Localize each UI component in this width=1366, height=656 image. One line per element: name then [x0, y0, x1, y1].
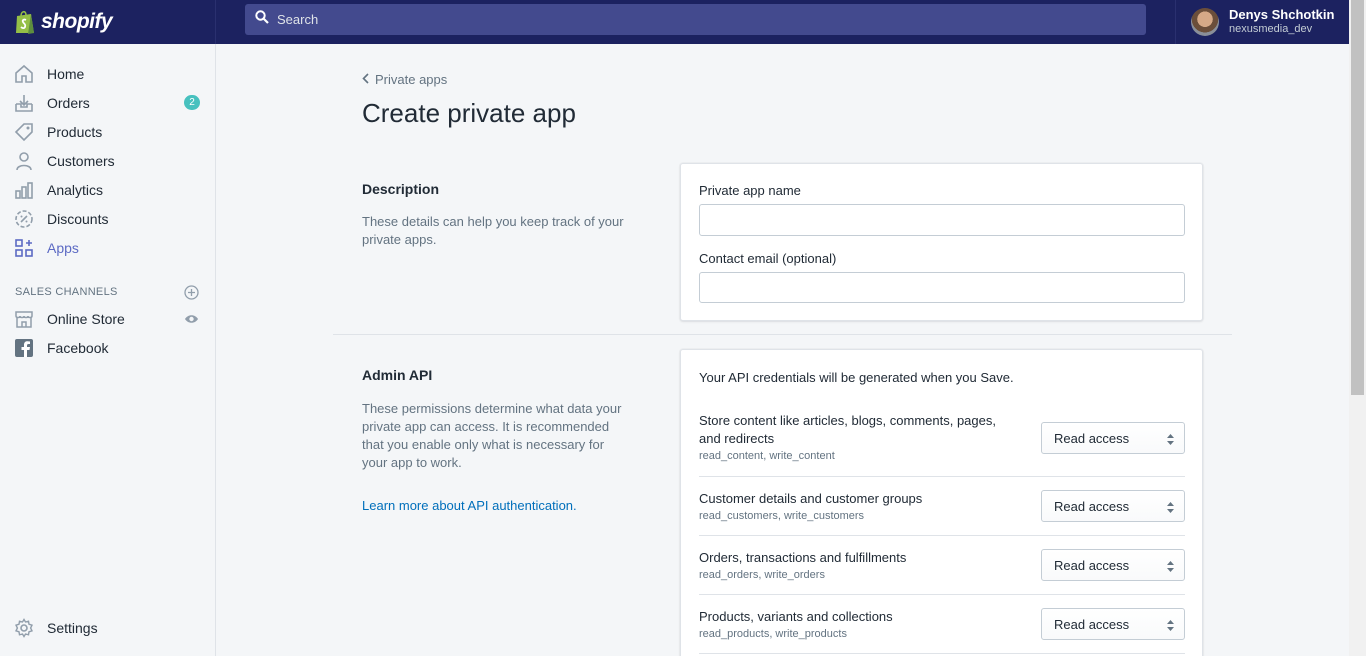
admin-api-card: Your API credentials will be generated w…: [680, 349, 1203, 656]
permission-title: Customer details and customer groups: [699, 491, 923, 506]
sidebar-item-label: Facebook: [47, 339, 109, 356]
person-icon: [14, 151, 34, 171]
sidebar-item-facebook[interactable]: Facebook: [0, 333, 215, 362]
shopify-logo[interactable]: shopify: [0, 0, 216, 44]
search-placeholder: Search: [277, 12, 319, 27]
access-level-value: Read access: [1054, 557, 1130, 573]
sidebar-item-online-store[interactable]: Online Store: [0, 304, 215, 333]
select-arrows-icon: [1167, 433, 1174, 448]
apps-icon: [14, 238, 34, 258]
permission-row: Store content like articles, blogs, comm…: [699, 412, 1185, 477]
sidebar-item-orders[interactable]: Orders 2: [0, 88, 215, 117]
breadcrumb[interactable]: Private apps: [362, 72, 447, 87]
sidebar-item-home[interactable]: Home: [0, 59, 215, 88]
permission-title: Orders, transactions and fulfillments: [699, 550, 907, 565]
eye-icon[interactable]: [184, 312, 199, 330]
sales-channels-header: SALES CHANNELS: [0, 280, 215, 304]
description-section-title: Description: [362, 181, 440, 197]
sidebar-item-label: Customers: [47, 152, 115, 169]
private-app-name-field[interactable]: [699, 204, 1185, 236]
permission-row: Customer details and customer groups rea…: [699, 477, 1185, 536]
contact-email-label: Contact email (optional): [699, 251, 837, 266]
private-app-name-label: Private app name: [699, 183, 801, 198]
api-credentials-note: Your API credentials will be generated w…: [699, 370, 1014, 385]
scrollbar-thumb[interactable]: [1351, 0, 1364, 395]
select-arrows-icon: [1167, 619, 1174, 634]
user-menu[interactable]: Denys Shchotkin nexusmedia_dev: [1175, 0, 1349, 44]
home-icon: [14, 64, 34, 84]
sidebar-item-label: Orders: [47, 94, 90, 111]
breadcrumb-label: Private apps: [375, 72, 448, 87]
section-divider: [333, 334, 1232, 335]
access-level-value: Read access: [1054, 498, 1130, 514]
chevron-left-icon: [362, 72, 369, 87]
shopify-bag-icon: [14, 9, 36, 35]
access-level-value: Read access: [1054, 430, 1130, 446]
access-level-select[interactable]: Read access: [1041, 490, 1185, 522]
main-content: Private apps Create private app Descript…: [216, 44, 1349, 656]
search-input[interactable]: Search: [245, 4, 1146, 35]
brand-name: shopify: [41, 10, 113, 33]
page-title: Create private app: [362, 98, 576, 128]
top-bar: shopify Search Denys Shchotkin nexusmedi…: [0, 0, 1349, 44]
access-level-select[interactable]: Read access: [1041, 608, 1185, 640]
contact-email-field[interactable]: [699, 272, 1185, 303]
access-level-select[interactable]: Read access: [1041, 549, 1185, 581]
orders-icon: [14, 93, 34, 113]
admin-api-section-title: Admin API: [362, 367, 433, 383]
sidebar-item-apps[interactable]: Apps: [0, 233, 215, 262]
discount-icon: [14, 209, 34, 229]
avatar: [1191, 8, 1219, 36]
select-arrows-icon: [1167, 501, 1174, 516]
permission-row: Orders, transactions and fulfillments re…: [699, 536, 1185, 595]
user-name: Denys Shchotkin: [1229, 7, 1335, 22]
store-icon: [14, 309, 34, 329]
sidebar-item-label: Discounts: [47, 210, 109, 227]
permission-title: Products, variants and collections: [699, 609, 893, 624]
sidebar-item-label: Online Store: [47, 310, 125, 327]
sidebar-item-label: Settings: [47, 619, 98, 636]
api-authentication-link[interactable]: Learn more about API authentication.: [362, 498, 577, 513]
search-icon: [255, 10, 269, 29]
sidebar-item-discounts[interactable]: Discounts: [0, 204, 215, 233]
facebook-icon: [14, 338, 34, 358]
vertical-scrollbar[interactable]: [1349, 0, 1366, 656]
access-level-select[interactable]: Read access: [1041, 422, 1185, 454]
sales-channels-label: SALES CHANNELS: [15, 286, 118, 298]
sidebar-item-products[interactable]: Products: [0, 117, 215, 146]
store-name: nexusmedia_dev: [1229, 23, 1313, 35]
sidebar: Home Orders 2 Products Customers Analyti…: [0, 44, 216, 656]
sidebar-item-settings[interactable]: Settings: [0, 613, 215, 642]
orders-count-badge: 2: [184, 95, 200, 110]
sidebar-item-customers[interactable]: Customers: [0, 146, 215, 175]
sidebar-item-label: Analytics: [47, 181, 104, 198]
permission-title: Store content like articles, blogs, comm…: [699, 413, 996, 446]
gear-icon: [14, 617, 34, 638]
sidebar-item-analytics[interactable]: Analytics: [0, 175, 215, 204]
description-section-text: These details can help you keep track of…: [362, 214, 624, 247]
bar-chart-icon: [14, 180, 34, 200]
sidebar-item-label: Apps: [47, 239, 79, 256]
tag-icon: [14, 122, 34, 142]
permission-row: Products, variants and collections read_…: [699, 595, 1185, 654]
description-card: Private app name Contact email (optional…: [680, 163, 1203, 321]
sidebar-item-label: Products: [47, 123, 103, 140]
select-arrows-icon: [1167, 560, 1174, 575]
add-channel-icon[interactable]: [184, 285, 199, 303]
access-level-value: Read access: [1054, 616, 1130, 632]
admin-api-section-text: These permissions determine what data yo…: [362, 401, 622, 470]
sidebar-item-label: Home: [47, 65, 85, 82]
